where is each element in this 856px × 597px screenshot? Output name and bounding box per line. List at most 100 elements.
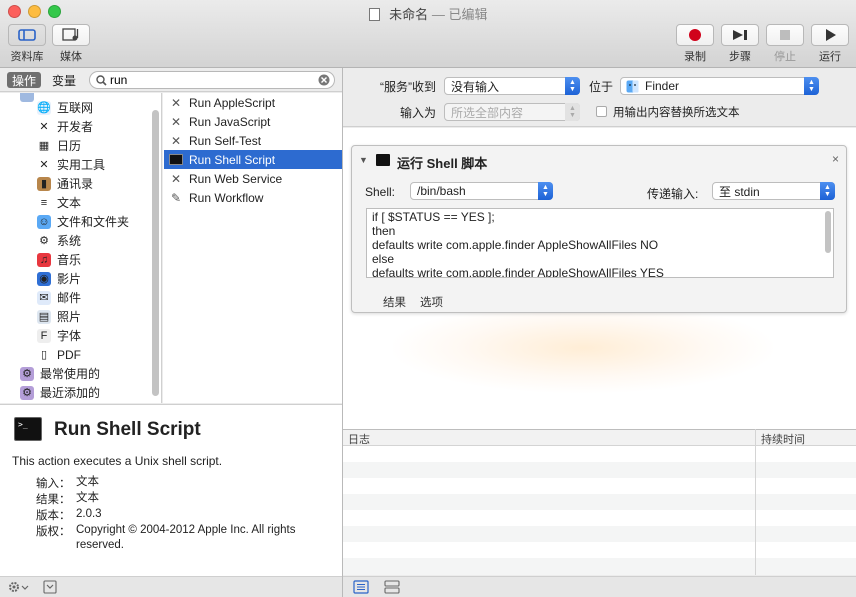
window-toolbar: 未命名 — 已编辑 资料库 媒体 录制 步骤 停止 运行 xyxy=(0,0,856,68)
tab-actions[interactable]: 操作 xyxy=(7,72,41,88)
pdf-icon: ▯ xyxy=(37,347,51,362)
duration-column-header[interactable]: 持续时间 xyxy=(761,431,805,447)
library-item[interactable]: ⚙ 最近添加的 xyxy=(20,383,161,402)
service-input-popup[interactable]: 没有输入 ▲ ▼ xyxy=(444,77,580,95)
library-item[interactable]: ☺ 文件和文件夹 xyxy=(37,212,161,231)
log-row xyxy=(343,494,856,510)
workflow-input-settings: “服务”收到 没有输入 ▲ ▼ 位于 Finder ▲ ▼ 输入为 所选全部内容 ▲… xyxy=(343,69,856,127)
step-button-label: 步骤 xyxy=(729,51,751,63)
pass-input-popup[interactable]: 至 stdin ▲ ▼ xyxy=(712,182,835,200)
replace-output-checkbox[interactable] xyxy=(596,106,607,117)
tab-options[interactable]: 选项 xyxy=(420,294,443,310)
smart-folder-icon: ⚙ xyxy=(20,385,34,400)
action-list-item[interactable]: ✕ Run Web Service xyxy=(164,169,342,188)
movie-icon: ◉ xyxy=(37,271,51,286)
gear-menu-icon[interactable] xyxy=(8,581,30,593)
log-row xyxy=(343,446,856,462)
library-item[interactable]: 🌐 互联网 xyxy=(37,98,161,117)
left-status-bar xyxy=(0,576,342,597)
log-row xyxy=(343,510,856,526)
action-item-label: Run Workflow xyxy=(189,190,264,205)
run-button-label: 运行 xyxy=(819,51,841,63)
clear-search-icon[interactable] xyxy=(318,74,330,86)
scrollbar-thumb[interactable] xyxy=(152,110,159,396)
step-button[interactable] xyxy=(721,24,759,46)
action-list-item[interactable]: ✎ Run Workflow xyxy=(164,188,342,207)
popup-arrows-icon: ▲ ▼ xyxy=(820,182,835,200)
terminal-icon: >_ xyxy=(14,417,42,441)
pass-input-value: 至 stdin xyxy=(719,184,760,199)
media-button-label: 媒体 xyxy=(60,51,82,63)
script-line: defaults write com.apple.finder AppleSho… xyxy=(372,238,659,252)
tab-results[interactable]: 结果 xyxy=(383,294,406,310)
library-item-label: 文本 xyxy=(57,196,82,210)
input-as-label: 输入为 xyxy=(400,106,437,120)
application-popup[interactable]: Finder ▲ ▼ xyxy=(620,77,819,95)
log-row xyxy=(343,462,856,478)
mail-icon: ✉ xyxy=(37,290,51,305)
version-value: 2.0.3 xyxy=(76,508,102,520)
tools-icon: ✕ xyxy=(39,121,49,133)
library-item-label: 最常使用的 xyxy=(40,367,101,381)
library-item[interactable]: ▦ 日历 xyxy=(37,136,161,155)
library-item[interactable]: ≡ 文本 xyxy=(37,193,161,212)
library-item[interactable]: ⚙ 最常使用的 xyxy=(20,364,161,383)
version-key: 版本： xyxy=(36,510,71,522)
library-item[interactable]: ✕ 实用工具 xyxy=(37,155,161,174)
input-value: 文本 xyxy=(76,476,99,488)
pass-input-label: 传递输入: xyxy=(647,187,699,201)
action-list-item[interactable]: Run Shell Script xyxy=(164,150,342,169)
library-item-label: 字体 xyxy=(57,329,82,343)
run-button[interactable] xyxy=(811,24,849,46)
script-editor[interactable]: if [ $STATUS == YES ]; then defaults wri… xyxy=(366,208,834,278)
action-list-item[interactable]: ✕ Run Self-Test xyxy=(164,131,342,150)
input-as-popup[interactable]: 所选全部内容 ▲ ▼ xyxy=(444,103,580,121)
disclosure-triangle-icon[interactable]: ▼ xyxy=(359,155,368,165)
run-shell-script-action: ▼ 运行 Shell 脚本 × Shell: /bin/bash ▲ ▼ 传递输入… xyxy=(351,145,847,313)
library-item[interactable]: ✉ 邮件 xyxy=(37,288,161,307)
action-list-item[interactable]: ✕ Run AppleScript xyxy=(164,93,342,112)
record-button[interactable] xyxy=(676,24,714,46)
tab-variables[interactable]: 变量 xyxy=(46,72,82,88)
search-input[interactable] xyxy=(110,73,310,87)
library-item-label: 日历 xyxy=(57,139,82,153)
library-item-label: PDF xyxy=(57,347,81,362)
text-doc-icon: ≡ xyxy=(37,195,51,210)
library-item[interactable]: ✕ 开发者 xyxy=(37,117,161,136)
library-scrollbar[interactable] xyxy=(151,100,160,396)
service-input-value: 没有输入 xyxy=(451,79,500,94)
library-header: 操作 变量 xyxy=(0,68,342,92)
library-item[interactable]: ▮ 通讯录 xyxy=(37,174,161,193)
folder-icon xyxy=(20,93,34,102)
popup-arrows-icon: ▲ ▼ xyxy=(538,182,553,200)
stop-button[interactable] xyxy=(766,24,804,46)
title-separator: — xyxy=(431,7,445,22)
library-item[interactable]: ◉ 影片 xyxy=(37,269,161,288)
library-item-label: 开发者 xyxy=(57,120,94,134)
music-icon: ♫ xyxy=(37,252,51,267)
variables-view-icon[interactable] xyxy=(384,580,400,594)
library-item[interactable]: F 字体 xyxy=(37,326,161,345)
library-item[interactable]: ⚙ 系统 xyxy=(37,231,161,250)
log-column-separator[interactable] xyxy=(755,429,756,575)
action-item-label: Run Web Service xyxy=(189,171,283,186)
library-item[interactable]: ♫ 音乐 xyxy=(37,250,161,269)
library-item[interactable]: ▯ PDF xyxy=(37,345,161,364)
input-as-value: 所选全部内容 xyxy=(451,105,524,120)
action-list-item[interactable]: ✕ Run JavaScript xyxy=(164,112,342,131)
library-toggle-button[interactable] xyxy=(8,24,46,46)
library-list: 🌐 互联网 ✕ 开发者 ▦ 日历 ✕ 实用工具 ▮ 通讯录 ≡ 文本 ☺ 文件和文件夹 ⚙ 系统 ♫ 音乐 ◉ 影片 ✉… xyxy=(0,93,162,403)
log-header: 日志 持续时间 xyxy=(343,429,856,446)
shell-popup[interactable]: /bin/bash ▲ ▼ xyxy=(410,182,553,200)
log-table xyxy=(343,446,856,575)
finder-icon xyxy=(626,80,639,93)
list-view-icon[interactable] xyxy=(353,580,369,594)
library-item[interactable]: ▤ 照片 xyxy=(37,307,161,326)
terminal-icon xyxy=(168,153,184,167)
log-column-header[interactable]: 日志 xyxy=(348,431,370,447)
script-scrollbar[interactable] xyxy=(825,211,831,253)
library-item-label: 文件和文件夹 xyxy=(57,215,130,229)
close-action-icon[interactable]: × xyxy=(832,152,839,166)
media-button[interactable] xyxy=(52,24,90,46)
description-toggle-icon[interactable] xyxy=(43,580,57,594)
